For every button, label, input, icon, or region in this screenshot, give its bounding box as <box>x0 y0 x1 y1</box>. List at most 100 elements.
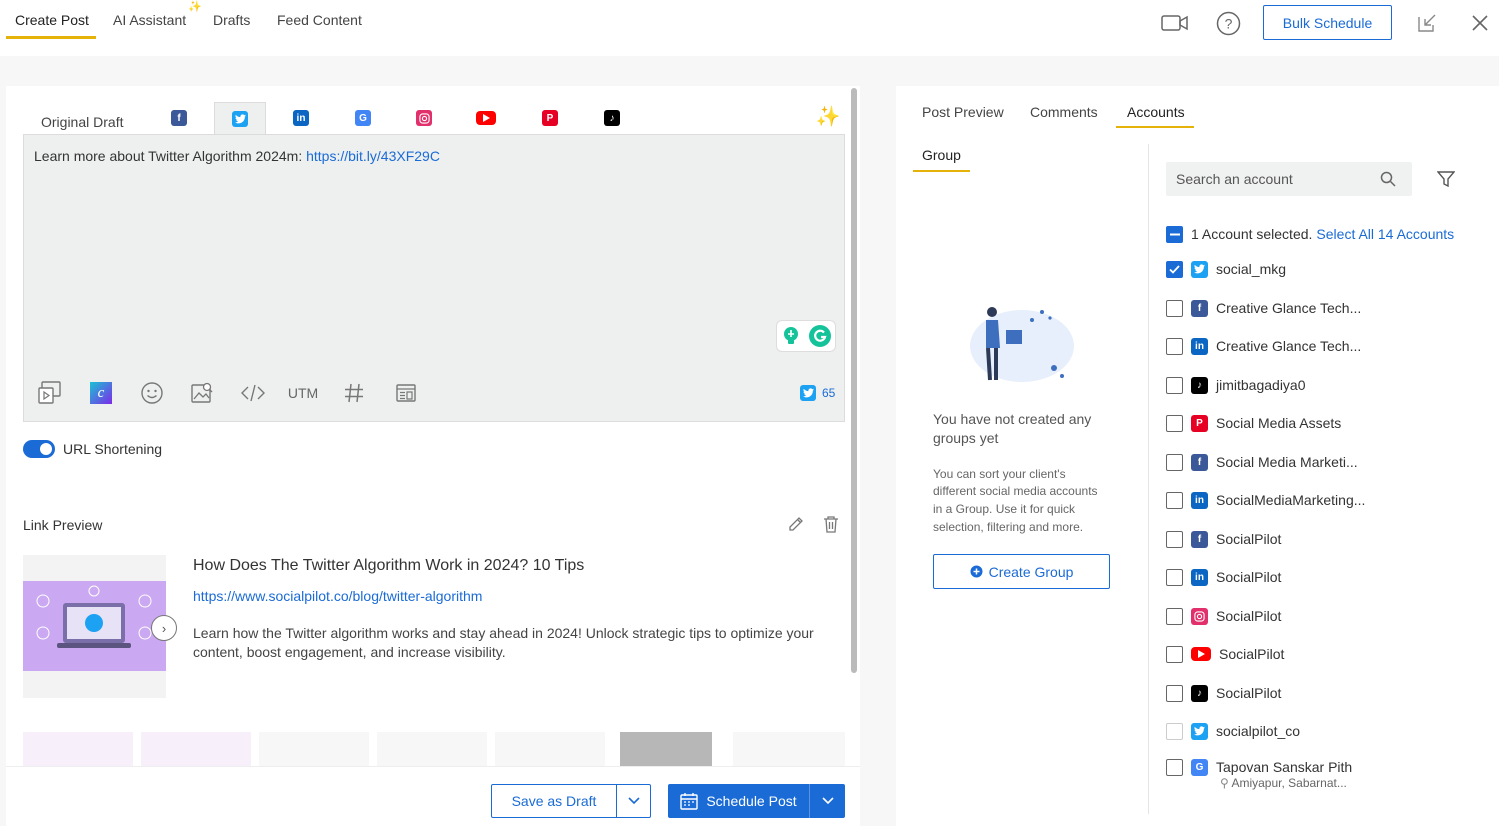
tab-tiktok[interactable]: ♪ <box>594 102 630 134</box>
thumbnail[interactable] <box>377 732 487 766</box>
tab-instagram[interactable] <box>406 102 442 134</box>
help-icon[interactable]: ? <box>1215 10 1241 36</box>
thumbnail[interactable] <box>620 732 712 766</box>
select-all-link[interactable]: Select All 14 Accounts <box>1316 226 1454 242</box>
template-icon[interactable] <box>394 381 418 405</box>
account-checkbox[interactable] <box>1166 684 1183 702</box>
account-row[interactable]: in SocialMediaMarketing... <box>1166 489 1365 511</box>
add-circle-icon <box>970 565 983 578</box>
select-all-checkbox[interactable] <box>1166 225 1183 243</box>
tab-comments[interactable]: Comments <box>1030 104 1098 120</box>
filter-icon[interactable] <box>1436 169 1456 189</box>
minimize-icon[interactable] <box>1416 12 1438 34</box>
tab-post-preview[interactable]: Post Preview <box>922 104 1004 120</box>
tab-accounts[interactable]: Accounts <box>1127 104 1185 120</box>
account-row[interactable]: ♪ jimitbagadiya0 <box>1166 374 1306 396</box>
schedule-post-button[interactable]: Schedule Post <box>668 784 810 818</box>
account-checkbox[interactable] <box>1166 414 1183 432</box>
tab-linkedin[interactable]: in <box>283 102 319 134</box>
linkedin-icon: in <box>1191 491 1208 509</box>
calendar-icon <box>680 793 699 810</box>
tab-feed-content[interactable]: Feed Content <box>277 12 362 28</box>
video-camera-icon[interactable] <box>1160 12 1190 34</box>
thumbnail[interactable] <box>733 732 845 766</box>
close-icon[interactable] <box>1469 12 1491 34</box>
create-group-button[interactable]: Create Group <box>933 554 1110 589</box>
post-text[interactable]: Learn more about Twitter Algorithm 2024m… <box>34 148 440 164</box>
account-row[interactable]: f Social Media Marketi... <box>1166 451 1358 473</box>
account-checkbox[interactable] <box>1166 299 1183 317</box>
code-icon[interactable] <box>239 381 267 405</box>
account-row[interactable]: social_mkg <box>1166 258 1286 280</box>
tab-twitter[interactable] <box>214 102 266 134</box>
account-row[interactable]: G Tapovan Sanskar Pith ⚲ Amiyapur, Sabarna… <box>1166 759 1353 790</box>
media-library-icon[interactable] <box>36 381 64 405</box>
tab-drafts[interactable]: Drafts <box>213 12 250 28</box>
account-checkbox[interactable] <box>1166 337 1183 355</box>
chevron-right-icon[interactable]: › <box>151 615 177 641</box>
account-row[interactable]: SocialPilot <box>1166 643 1284 665</box>
grammarly-widget[interactable] <box>776 320 836 352</box>
post-link[interactable]: https://bit.ly/43XF29C <box>306 148 440 164</box>
location-pin-icon: ⚲ <box>1220 776 1229 790</box>
account-name: SocialPilot <box>1216 685 1282 701</box>
search-icon[interactable] <box>1380 171 1396 187</box>
account-search[interactable]: Search an account <box>1166 162 1412 196</box>
account-text: SocialMediaMarketing... <box>1216 492 1365 508</box>
account-row[interactable]: in Creative Glance Tech... <box>1166 335 1361 357</box>
search-input[interactable]: Search an account <box>1176 171 1293 187</box>
link-thumbnails <box>23 732 845 766</box>
account-checkbox[interactable] <box>1166 376 1183 394</box>
chevron-down-icon[interactable] <box>617 785 650 817</box>
lightbulb-icon[interactable] <box>781 326 801 346</box>
chevron-down-icon[interactable] <box>810 784 845 818</box>
canva-icon[interactable]: c <box>88 381 114 405</box>
scrollbar[interactable] <box>851 88 857 673</box>
account-checkbox[interactable] <box>1166 607 1183 625</box>
account-checkbox[interactable] <box>1166 568 1183 586</box>
delete-icon[interactable] <box>821 514 841 534</box>
tab-youtube[interactable] <box>468 102 504 134</box>
image-search-icon[interactable] <box>189 381 215 405</box>
facebook-icon: f <box>1191 453 1208 471</box>
account-row[interactable]: P Social Media Assets <box>1166 412 1341 434</box>
hashtag-icon[interactable] <box>342 381 366 405</box>
account-row[interactable]: SocialPilot <box>1166 605 1281 627</box>
account-row[interactable]: f SocialPilot <box>1166 528 1281 550</box>
account-checkbox[interactable] <box>1166 645 1183 663</box>
thumbnail[interactable] <box>259 732 369 766</box>
pinterest-icon: P <box>542 110 558 126</box>
tab-original-draft[interactable]: Original Draft <box>26 102 146 134</box>
account-row[interactable]: f Creative Glance Tech... <box>1166 297 1361 319</box>
post-editor[interactable]: Learn more about Twitter Algorithm 2024m… <box>23 134 845 422</box>
url-shortening-toggle[interactable] <box>23 440 55 458</box>
account-row[interactable]: ♪ SocialPilot <box>1166 682 1281 704</box>
bulk-schedule-button[interactable]: Bulk Schedule <box>1263 5 1392 40</box>
account-name: Tapovan Sanskar Pith <box>1216 759 1353 775</box>
tab-ai-assistant[interactable]: AI Assistant <box>113 12 186 28</box>
empty-group-illustration <box>962 298 1082 388</box>
thumbnail[interactable] <box>23 732 133 766</box>
tab-create-post[interactable]: Create Post <box>15 12 89 28</box>
thumbnail[interactable] <box>495 732 605 766</box>
account-checkbox[interactable] <box>1166 530 1183 548</box>
account-checkbox[interactable] <box>1166 260 1183 278</box>
account-checkbox[interactable] <box>1166 759 1183 776</box>
tab-group[interactable]: Group <box>922 147 961 163</box>
emoji-icon[interactable] <box>139 381 165 405</box>
grammarly-icon[interactable] <box>808 324 832 348</box>
tab-facebook[interactable]: f <box>161 102 197 134</box>
edit-icon[interactable] <box>786 514 806 534</box>
account-text: Social Media Assets <box>1216 415 1341 431</box>
thumbnail[interactable] <box>141 732 251 766</box>
link-url[interactable]: https://www.socialpilot.co/blog/twitter-… <box>193 588 482 604</box>
tab-pinterest[interactable]: P <box>532 102 568 134</box>
account-row[interactable]: in SocialPilot <box>1166 566 1281 588</box>
tab-google-business[interactable]: G <box>345 102 381 134</box>
utm-button[interactable]: UTM <box>286 381 320 405</box>
account-checkbox[interactable] <box>1166 453 1183 471</box>
schedule-post-group: Schedule Post <box>668 784 845 818</box>
ai-sparkle-icon[interactable]: ✨ <box>814 102 842 130</box>
save-draft-button[interactable]: Save as Draft <box>492 785 617 817</box>
account-checkbox[interactable] <box>1166 491 1183 509</box>
